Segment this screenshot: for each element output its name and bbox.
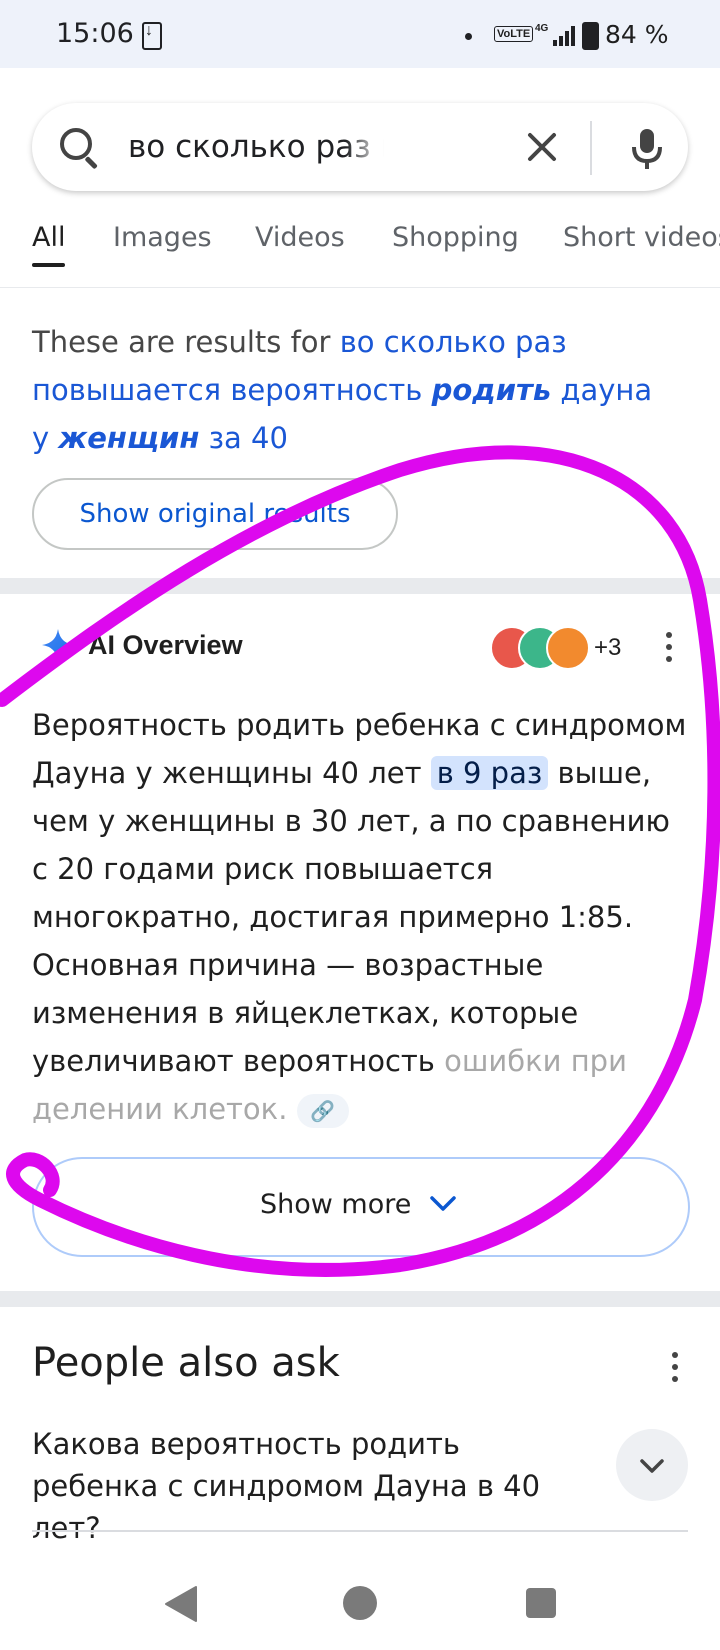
- ai-overview-title: AI Overview: [88, 630, 243, 660]
- notification-dot-icon: [465, 33, 472, 40]
- spelling-notice: These are results for во сколько раз пов…: [32, 318, 672, 462]
- people-also-ask-title: People also ask: [32, 1340, 340, 1386]
- highlighted-answer: в 9 раз: [430, 756, 549, 790]
- download-icon: [142, 22, 162, 50]
- search-input[interactable]: во сколько раз повышается: [128, 129, 384, 165]
- ai-sparkle-icon: [42, 629, 74, 661]
- tab-shopping[interactable]: Shopping: [392, 222, 519, 253]
- status-bar: 15:06 VoLTE 4G 84 %: [0, 0, 720, 68]
- more-options-icon[interactable]: [666, 632, 672, 662]
- chevron-down-icon: [430, 1196, 456, 1211]
- tab-all[interactable]: All: [32, 222, 65, 253]
- more-options-icon[interactable]: [672, 1352, 678, 1382]
- status-time: 15:06: [56, 18, 134, 49]
- results-for-prefix: These are results for: [32, 325, 331, 359]
- home-icon[interactable]: [343, 1586, 377, 1620]
- volte-badge: VoLTE: [494, 26, 534, 42]
- show-original-results-button[interactable]: Show original results: [32, 478, 398, 550]
- battery-icon: [582, 22, 599, 50]
- expand-question-button[interactable]: [616, 1429, 688, 1501]
- recents-icon[interactable]: [526, 1588, 556, 1618]
- source-favicons[interactable]: [490, 626, 590, 670]
- divider: [32, 1530, 688, 1532]
- search-divider: [590, 121, 592, 175]
- tab-videos[interactable]: Videos: [255, 222, 345, 253]
- back-icon[interactable]: [164, 1585, 198, 1623]
- tab-images[interactable]: Images: [113, 222, 212, 253]
- search-tabs: All Images Videos Shopping Short videos: [0, 212, 720, 288]
- link-icon[interactable]: 🔗: [296, 1094, 349, 1128]
- search-bar[interactable]: во сколько раз повышается: [32, 103, 688, 191]
- signal-icon: [553, 26, 575, 46]
- mic-icon[interactable]: [620, 121, 674, 175]
- show-more-button[interactable]: Show more: [32, 1157, 690, 1257]
- show-more-label: Show more: [260, 1189, 412, 1220]
- tab-active-indicator: [32, 263, 65, 267]
- tab-short-videos[interactable]: Short videos: [563, 222, 720, 253]
- ai-overview-text: Вероятность родить ребенка с синдромом Д…: [32, 708, 687, 1128]
- close-icon[interactable]: [520, 125, 564, 169]
- section-divider: [0, 578, 720, 594]
- source-favicon[interactable]: [546, 626, 590, 670]
- battery-percent: 84 %: [605, 20, 669, 49]
- chevron-down-icon: [640, 1459, 664, 1473]
- sources-count[interactable]: +3: [594, 634, 621, 662]
- network-gen: 4G: [535, 23, 549, 34]
- search-icon[interactable]: [60, 128, 92, 160]
- section-divider: [0, 1291, 720, 1307]
